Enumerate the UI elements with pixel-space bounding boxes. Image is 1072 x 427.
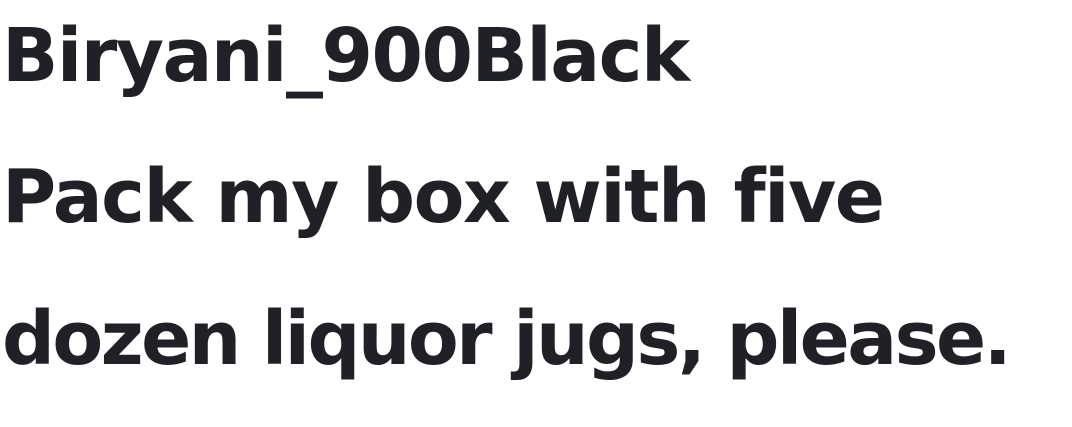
sample-text-line-2: dozen liquor jugs, please. bbox=[2, 296, 1012, 382]
sample-text-line-1: Pack my box with five bbox=[2, 154, 885, 240]
font-name-heading: Biryani_900Black bbox=[2, 13, 690, 99]
font-specimen: Biryani_900Black Pack my box with five d… bbox=[2, 0, 1072, 427]
